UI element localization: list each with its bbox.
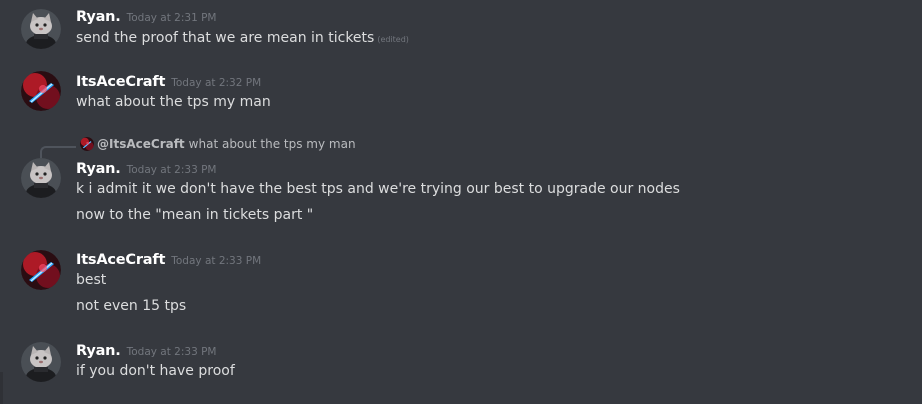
avatar[interactable] [21, 158, 61, 198]
message-text: not even 15 tps [76, 298, 187, 314]
timestamp[interactable]: Today at 2:33 PM [127, 346, 217, 358]
message-text: what about the tps my man [76, 94, 271, 110]
message-header: Ryan. Today at 2:31 PM [76, 6, 217, 26]
reply-preview[interactable]: @ItsAceCraft what about the tps my man [80, 134, 356, 154]
message-header: Ryan. Today at 2:33 PM [76, 340, 217, 360]
avatar[interactable] [21, 342, 61, 382]
chat-messages: Ryan. Today at 2:31 PM send the proof tha… [0, 0, 922, 404]
cat-avatar-icon [21, 342, 61, 382]
message-header: ItsAceCraft Today at 2:32 PM [76, 71, 261, 91]
cat-avatar-icon [21, 158, 61, 198]
avatar[interactable] [21, 9, 61, 49]
message-text: send the proof that we are mean in ticke… [76, 30, 409, 46]
reply-avatar-icon [80, 137, 94, 151]
timestamp[interactable]: Today at 2:33 PM [127, 164, 217, 176]
timestamp[interactable]: Today at 2:33 PM [171, 255, 261, 267]
cat-avatar-icon [21, 9, 61, 49]
message-text: best [76, 272, 107, 288]
username[interactable]: ItsAceCraft [76, 252, 165, 268]
avatar[interactable] [21, 250, 61, 290]
message-text: now to the "mean in tickets part " [76, 207, 314, 223]
panel-edge [0, 372, 3, 404]
red-blue-avatar-icon [21, 250, 61, 290]
message-text: k i admit it we don't have the best tps … [76, 181, 680, 197]
username[interactable]: Ryan. [76, 161, 121, 177]
message-header: Ryan. Today at 2:33 PM [76, 158, 217, 178]
message-header: ItsAceCraft Today at 2:33 PM [76, 249, 261, 269]
timestamp[interactable]: Today at 2:31 PM [127, 12, 217, 24]
reply-spine [40, 146, 76, 158]
message-text: if you don't have proof [76, 363, 235, 379]
reply-text[interactable]: what about the tps my man [189, 137, 356, 151]
reply-mention[interactable]: @ItsAceCraft [97, 137, 185, 151]
red-blue-avatar-icon [21, 71, 61, 111]
username[interactable]: Ryan. [76, 9, 121, 25]
timestamp[interactable]: Today at 2:32 PM [171, 77, 261, 89]
username[interactable]: Ryan. [76, 343, 121, 359]
avatar[interactable] [21, 71, 61, 111]
username[interactable]: ItsAceCraft [76, 74, 165, 90]
edited-label: (edited) [377, 35, 409, 44]
